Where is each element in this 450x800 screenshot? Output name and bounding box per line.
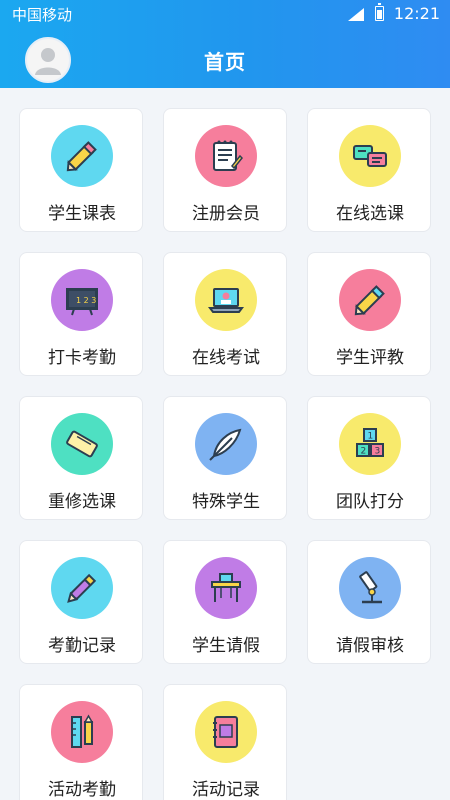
icon-circle — [195, 701, 257, 763]
notebook-icon — [213, 716, 238, 748]
number-blocks-icon: 1 2 3 — [356, 428, 384, 457]
menu-card-label: 活动考勤 — [48, 780, 116, 800]
menu-card-label: 重修选课 — [48, 492, 116, 512]
blackboard-icon: 1 2 3 — [66, 288, 98, 316]
svg-text:1 2 3: 1 2 3 — [76, 296, 96, 305]
menu-card-student-leave[interactable]: 学生请假 — [163, 540, 287, 664]
menu-card-label: 学生课表 — [48, 204, 116, 224]
menu-card-label: 打卡考勤 — [48, 348, 116, 368]
menu-card-team-scoring[interactable]: 1 2 3 团队打分 — [307, 396, 431, 520]
menu-card-online-course-selection[interactable]: 在线选课 — [307, 108, 431, 232]
notepad-icon — [213, 140, 244, 171]
page-title: 首页 — [204, 50, 246, 74]
menu-card-activity-records[interactable]: 活动记录 — [163, 684, 287, 800]
menu-card-label: 特殊学生 — [192, 492, 260, 512]
menu-card-label: 考勤记录 — [48, 636, 116, 656]
icon-circle — [339, 125, 401, 187]
pencil-icon — [354, 285, 385, 316]
microscope-icon — [359, 571, 382, 604]
menu-card-online-exam[interactable]: 在线考试 — [163, 252, 287, 376]
icon-circle — [51, 557, 113, 619]
status-time: 12:21 — [393, 4, 440, 23]
menu-card-retake-course-selection[interactable]: 重修选课 — [19, 396, 143, 520]
menu-card-attendance-records[interactable]: 考勤记录 — [19, 540, 143, 664]
svg-text:2: 2 — [361, 447, 367, 457]
feather-icon — [209, 428, 242, 461]
laptop-icon — [208, 288, 244, 313]
menu-card-activity-attendance[interactable]: 活动考勤 — [19, 684, 143, 800]
icon-circle — [51, 125, 113, 187]
menu-card-student-teaching-evaluation[interactable]: 学生评教 — [307, 252, 431, 376]
icon-circle — [51, 701, 113, 763]
icon-circle — [195, 125, 257, 187]
chat-bubbles-icon — [353, 145, 387, 167]
icon-circle: 1 2 3 — [339, 413, 401, 475]
ruler-pencil-icon — [71, 714, 94, 748]
menu-card-label: 请假审核 — [336, 636, 404, 656]
menu-card-special-students[interactable]: 特殊学生 — [163, 396, 287, 520]
icon-circle — [195, 413, 257, 475]
menu-card-label: 学生请假 — [192, 636, 260, 656]
menu-card-register-member[interactable]: 注册会员 — [163, 108, 287, 232]
menu-card-check-in-attendance[interactable]: 1 2 3 打卡考勤 — [19, 252, 143, 376]
eraser-icon — [66, 430, 98, 458]
menu-card-label: 注册会员 — [192, 204, 260, 224]
icon-circle — [339, 557, 401, 619]
menu-card-label: 在线选课 — [336, 204, 404, 224]
icon-circle: 1 2 3 — [51, 269, 113, 331]
menu-card-label: 团队打分 — [336, 492, 404, 512]
menu-card-leave-approval[interactable]: 请假审核 — [307, 540, 431, 664]
icon-circle — [195, 557, 257, 619]
menu-card-label: 在线考试 — [192, 348, 260, 368]
pen-icon — [67, 573, 97, 603]
icon-circle — [339, 269, 401, 331]
carrier-name: 中国移动 — [12, 6, 73, 24]
menu-card-label: 活动记录 — [192, 780, 260, 800]
status-bar: 中国移动 12:21 — [0, 0, 450, 28]
icon-circle — [51, 413, 113, 475]
svg-text:3: 3 — [375, 447, 381, 457]
desk-icon — [211, 573, 241, 602]
pencil-icon — [66, 141, 97, 172]
battery-icon — [375, 3, 384, 21]
menu-card-student-schedule[interactable]: 学生课表 — [19, 108, 143, 232]
menu-card-label: 学生评教 — [336, 348, 404, 368]
svg-text:1: 1 — [368, 432, 374, 442]
signal-icon — [348, 8, 364, 21]
app-header: 中国移动 12:21 首页 — [0, 0, 450, 88]
icon-circle — [195, 269, 257, 331]
